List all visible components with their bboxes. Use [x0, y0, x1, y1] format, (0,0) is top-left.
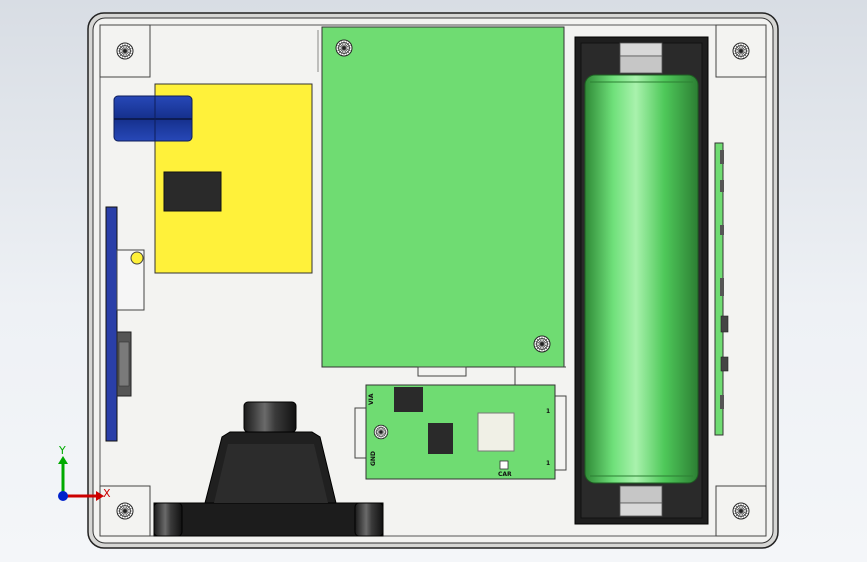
- main-pcb-connector: [417, 366, 467, 377]
- main-pcb[interactable]: [321, 26, 565, 368]
- screw-head-icon: [533, 335, 551, 353]
- screw-head-icon: [116, 502, 134, 520]
- battery-contact-bottom: [619, 485, 663, 504]
- cad-viewport[interactable]: VIA GND CAR 1 1 X Y: [0, 0, 867, 562]
- screw-head-icon: [335, 39, 353, 57]
- yellow-indicator: [130, 251, 144, 265]
- yellow-module-chip: [163, 171, 222, 212]
- small-pcb-chip: [428, 423, 453, 454]
- axis-x-label: X: [103, 487, 111, 500]
- screw-head-icon: [732, 42, 750, 60]
- silk-via: VIA: [368, 393, 375, 405]
- small-board-side-connector-right: [553, 395, 567, 471]
- small-pcb-pad: [499, 460, 509, 470]
- small-pcb-crystal: [477, 412, 515, 452]
- axis-y-label: Y: [58, 444, 66, 457]
- silk-car: CAR: [498, 471, 512, 478]
- battery-contact-top: [619, 42, 663, 57]
- small-pcb-chip-top: [394, 387, 423, 412]
- battery-cell[interactable]: [584, 74, 699, 484]
- screw-head-icon: [373, 424, 389, 440]
- silk-pin-upper: 1: [546, 408, 550, 415]
- left-blue-strip[interactable]: [105, 206, 118, 442]
- silk-gnd: GND: [370, 451, 377, 466]
- round-knob[interactable]: [243, 401, 297, 433]
- bottom-mount-base: [153, 502, 384, 537]
- silk-pin-lower: 1: [546, 460, 550, 467]
- screw-head-icon: [732, 502, 750, 520]
- screw-head-icon: [116, 42, 134, 60]
